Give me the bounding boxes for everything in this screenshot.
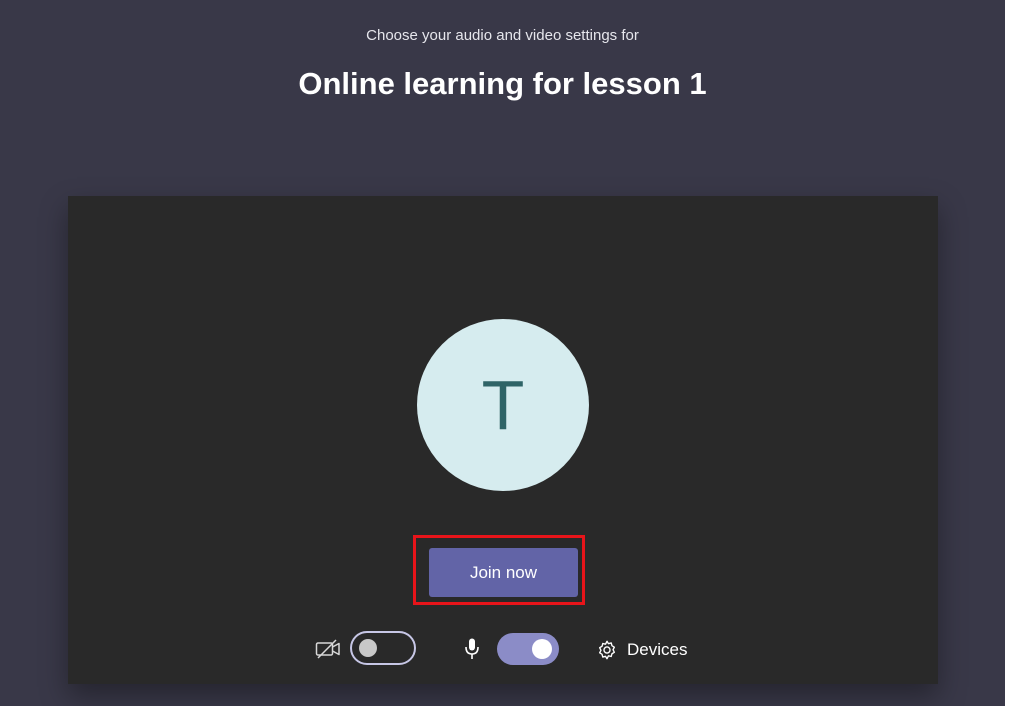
prejoin-screen: Choose your audio and video settings for… [0,0,1005,706]
avatar: T [417,319,589,491]
video-preview: T Join now Devices [68,196,938,684]
avatar-initial: T [481,366,525,444]
gear-icon [598,640,616,660]
meeting-title: Online learning for lesson 1 [298,66,707,101]
camera-toggle[interactable] [350,631,416,665]
microphone-toggle[interactable] [497,633,559,665]
device-controls: Devices [68,629,938,671]
microphone-toggle-knob [532,639,552,659]
devices-label: Devices [627,640,688,659]
camera-off-icon [315,639,340,659]
camera-toggle-knob [359,639,377,657]
microphone-icon [465,638,479,659]
devices-button[interactable]: Devices [596,635,687,665]
settings-subtitle: Choose your audio and video settings for [366,27,639,44]
join-now-button[interactable]: Join now [429,548,578,597]
